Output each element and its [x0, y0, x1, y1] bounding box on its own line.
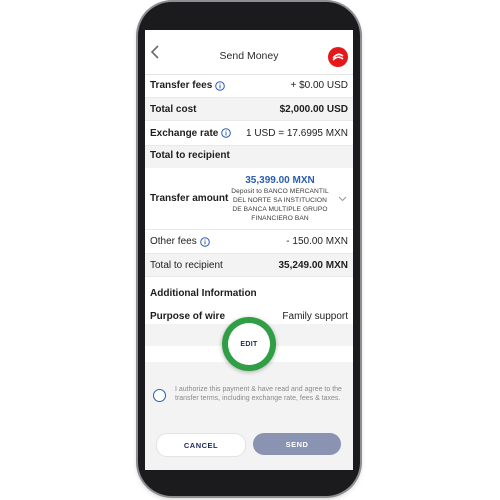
transfer-amount-value: 35,399.00 MXN — [245, 174, 315, 186]
other-fees-label: Other fees — [150, 236, 197, 247]
exchange-rate-label-group: Exchange rate — [150, 127, 232, 139]
transfer-fees-value: + $0.00 USD — [290, 80, 348, 91]
edit-button[interactable]: EDIT — [228, 323, 270, 365]
purpose-of-wire-value: Family support — [282, 310, 348, 322]
total-to-recipient-value: 35,249.00 MXN — [278, 259, 349, 271]
total-to-recipient-label: Total to recipient — [150, 259, 223, 271]
other-fees-value: - 150.00 MXN — [286, 236, 348, 247]
exchange-rate-row: Exchange rate 1 USD = 17.6995 MXN — [145, 121, 353, 146]
purpose-of-wire-label: Purpose of wire — [150, 310, 226, 322]
transfer-fees-label-group: Transfer fees — [150, 80, 226, 91]
other-fees-row: Other fees - 150.00 MXN — [145, 230, 353, 254]
deposit-bank-detail: Deposit to BANCO MERCANTIL DEL NORTE SA … — [231, 187, 329, 222]
chevron-down-icon[interactable] — [338, 196, 347, 202]
exchange-rate-label: Exchange rate — [150, 127, 219, 139]
app-header: Send Money — [145, 30, 353, 75]
total-cost-label: Total cost — [150, 103, 197, 115]
total-cost-value: $2,000.00 USD — [279, 103, 348, 115]
other-fees-label-group: Other fees — [150, 236, 210, 247]
phone-volume-button — [136, 132, 138, 158]
transfer-fees-label: Transfer fees — [150, 80, 213, 91]
transfer-fees-row: Transfer fees + $0.00 USD — [145, 74, 353, 98]
info-icon[interactable] — [199, 236, 210, 247]
additional-section-title: Additional Information — [150, 288, 257, 299]
info-icon[interactable] — [215, 80, 226, 91]
phone-volume-button — [136, 98, 138, 124]
app-screen: Send Money Transfer fees + $0.00 USD Tot… — [145, 30, 353, 470]
transfer-amount-details: 35,399.00 MXN Deposit to BANCO MERCANTIL… — [230, 175, 330, 223]
info-icon[interactable] — [221, 128, 232, 138]
transfer-amount-row[interactable]: Transfer amount 35,399.00 MXN Deposit to… — [145, 168, 353, 230]
exchange-rate-value: 1 USD = 17.6995 MXN — [246, 127, 348, 139]
total-to-recipient-row: Total to recipient 35,249.00 MXN — [145, 254, 353, 277]
consent-text: I authorize this payment & have read and… — [175, 386, 342, 402]
phone-side-button — [360, 118, 362, 160]
send-button[interactable]: SEND — [253, 433, 341, 455]
consent-radio[interactable] — [153, 389, 166, 402]
recipient-section-title: Total to recipient — [150, 150, 230, 161]
transfer-amount-label: Transfer amount — [150, 193, 229, 204]
brand-logo-icon — [328, 47, 348, 67]
cancel-button[interactable]: CANCEL — [156, 433, 246, 457]
page-title: Send Money — [219, 50, 279, 62]
total-cost-row: Total cost $2,000.00 USD — [145, 98, 353, 121]
